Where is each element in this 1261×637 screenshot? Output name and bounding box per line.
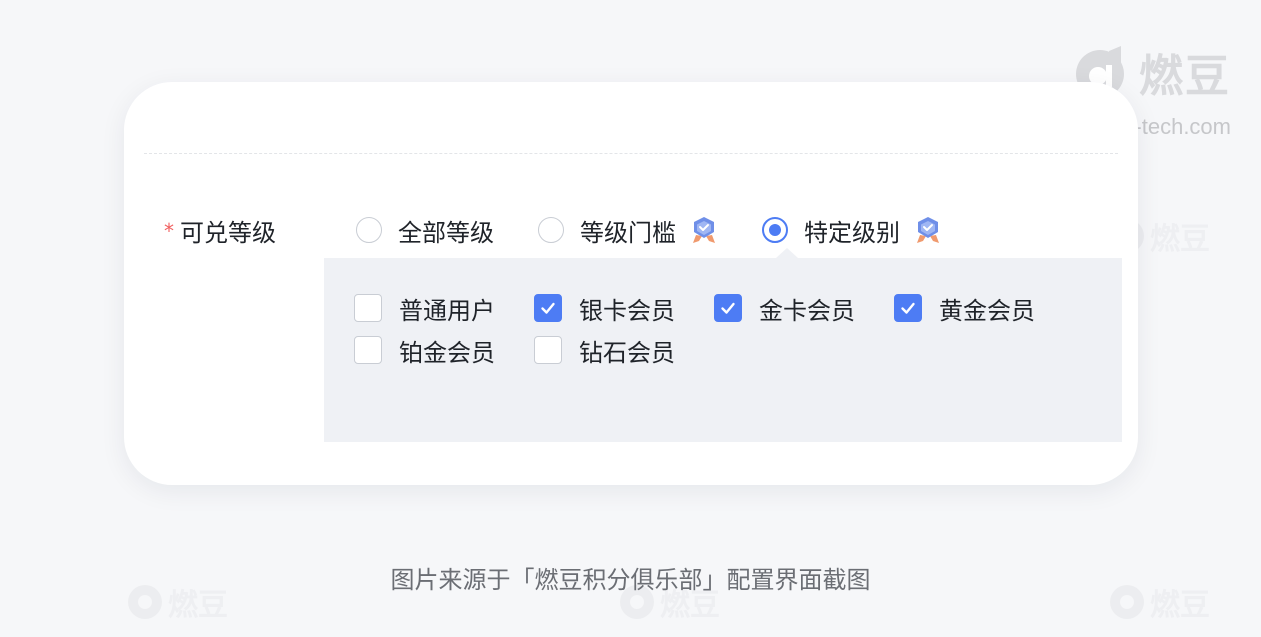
radio-option[interactable]: 等级门槛 — [538, 213, 718, 248]
radio-circle[interactable] — [762, 217, 788, 243]
level-checkbox[interactable]: 普通用户 — [354, 292, 534, 325]
vip-badge-icon — [693, 217, 715, 243]
level-radio-group: 全部等级 等级门槛 特定级别 — [356, 210, 942, 250]
checkbox-label: 金卡会员 — [759, 296, 855, 325]
checkbox-box[interactable] — [534, 294, 562, 322]
caption: 图片来源于「燃豆积分俱乐部」配置界面截图 — [390, 566, 871, 594]
level-checkbox[interactable]: 银卡会员 — [534, 292, 714, 325]
check-icon — [541, 302, 555, 314]
field-label: * 可兑等级 — [164, 213, 276, 248]
radio-circle[interactable] — [356, 217, 382, 243]
level-checkbox[interactable]: 金卡会员 — [714, 292, 894, 325]
level-checkbox[interactable]: 黄金会员 — [894, 292, 1074, 325]
checkbox-label: 黄金会员 — [939, 296, 1035, 325]
checkbox-box[interactable] — [354, 336, 382, 364]
check-icon — [901, 302, 915, 314]
checkbox-label: 银卡会员 — [579, 296, 675, 325]
required-mark: * — [164, 218, 174, 243]
radio-label: 特定级别 — [804, 218, 900, 247]
level-checkbox[interactable]: 铂金会员 — [354, 334, 534, 367]
radio-label: 等级门槛 — [580, 218, 676, 247]
checkbox-box[interactable] — [534, 336, 562, 364]
check-icon — [721, 302, 735, 314]
radio-option[interactable]: 特定级别 — [762, 213, 942, 248]
checkbox-box[interactable] — [714, 294, 742, 322]
brand-name: 燃豆 — [1139, 51, 1231, 102]
checkbox-label: 钻石会员 — [579, 338, 675, 367]
level-checkbox-grid: 普通用户 银卡会员 金卡会员 黄金会员铂金会员 钻石会员 — [354, 292, 1074, 367]
checkbox-label: 铂金会员 — [399, 338, 495, 367]
checkbox-label: 普通用户 — [399, 296, 495, 325]
settings-card: * 可兑等级 全部等级 等级门槛 特定级别 普通用户 银卡会员 金卡会员 黄金会员铂金会员… — [124, 82, 1138, 485]
radio-label: 全部等级 — [398, 218, 494, 247]
level-select-panel: 普通用户 银卡会员 金卡会员 黄金会员铂金会员 钻石会员 — [324, 248, 1122, 442]
checkbox-box[interactable] — [894, 294, 922, 322]
field-label-text: 可兑等级 — [180, 219, 276, 247]
radio-circle[interactable] — [538, 217, 564, 243]
dashed-divider — [144, 153, 1118, 154]
level-checkbox[interactable]: 钻石会员 — [534, 334, 714, 367]
vip-badge-icon — [917, 217, 939, 243]
radio-option[interactable]: 全部等级 — [356, 213, 494, 248]
checkbox-box[interactable] — [354, 294, 382, 322]
